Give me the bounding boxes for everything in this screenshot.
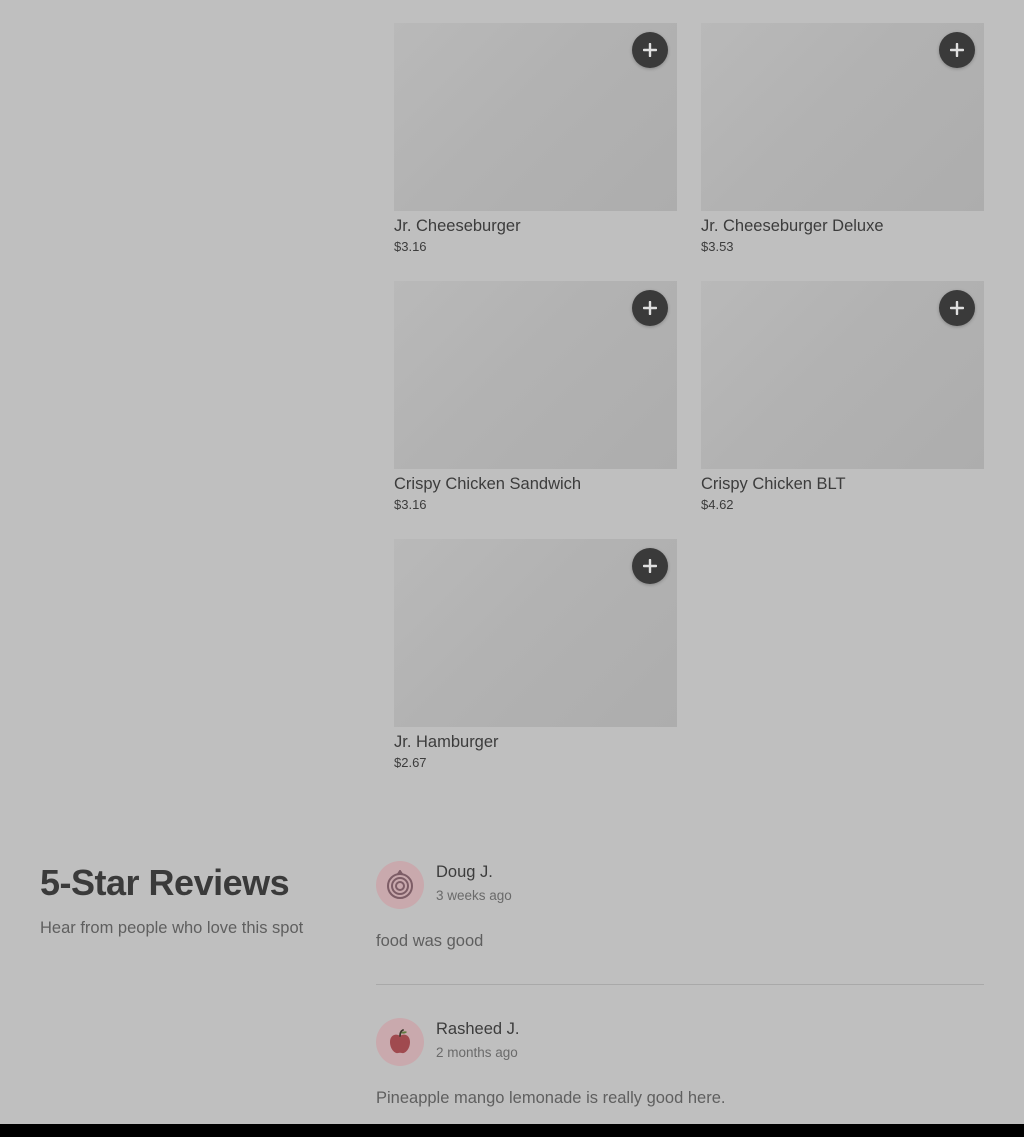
menu-item-price: $3.53 [701, 239, 734, 254]
reviewer-name: Doug J. [436, 863, 493, 881]
plus-icon [643, 43, 657, 57]
menu-item-name: Jr. Cheeseburger Deluxe [701, 217, 884, 235]
add-to-cart-button[interactable] [939, 290, 975, 326]
apple-icon [390, 1029, 410, 1054]
add-to-cart-button[interactable] [939, 32, 975, 68]
reviewer-name: Rasheed J. [436, 1020, 520, 1038]
review-time: 3 weeks ago [436, 888, 512, 903]
reviews-heading: 5-Star Reviews [40, 862, 290, 903]
menu-item-name: Crispy Chicken Sandwich [394, 475, 582, 493]
review-divider [376, 984, 984, 985]
menu-item-image [394, 281, 677, 469]
review-text: food was good [376, 932, 484, 950]
menu-item-price: $4.62 [701, 497, 734, 512]
menu-item-price: $3.16 [394, 497, 427, 512]
menu-item-name: Jr. Cheeseburger [394, 217, 521, 235]
menu-item-card[interactable]: Jr. Cheeseburger $3.16 [394, 23, 677, 255]
review-item: Rasheed J. 2 months ago Pineapple mango … [376, 1018, 984, 1118]
menu-item-card[interactable]: Crispy Chicken Sandwich $3.16 [394, 281, 677, 513]
reviewer-avatar [376, 861, 424, 909]
review-text: Pineapple mango lemonade is really good … [376, 1089, 726, 1107]
add-to-cart-button[interactable] [632, 548, 668, 584]
menu-item-price: $3.16 [394, 239, 427, 254]
plus-icon [950, 301, 964, 315]
reviews-subtitle: Hear from people who love this spot [40, 919, 304, 937]
menu-item-image [701, 281, 984, 469]
bottom-edge-bar [0, 1124, 1024, 1137]
menu-item-card[interactable]: Jr. Cheeseburger Deluxe $3.53 [701, 23, 984, 255]
plus-icon [643, 559, 657, 573]
menu-item-image [394, 539, 677, 727]
menu-item-card[interactable]: Jr. Hamburger $2.67 [394, 539, 677, 771]
review-item: Doug J. 3 weeks ago food was good [376, 861, 984, 961]
menu-item-price: $2.67 [394, 755, 427, 770]
menu-item-name: Jr. Hamburger [394, 733, 499, 751]
menu-item-image [701, 23, 984, 211]
menu-item-image [394, 23, 677, 211]
reviewer-avatar [376, 1018, 424, 1066]
plus-icon [950, 43, 964, 57]
add-to-cart-button[interactable] [632, 290, 668, 326]
add-to-cart-button[interactable] [632, 32, 668, 68]
review-time: 2 months ago [436, 1045, 518, 1060]
menu-item-name: Crispy Chicken BLT [701, 475, 846, 493]
onion-icon [387, 870, 413, 899]
plus-icon [643, 301, 657, 315]
menu-item-card[interactable]: Crispy Chicken BLT $4.62 [701, 281, 984, 513]
